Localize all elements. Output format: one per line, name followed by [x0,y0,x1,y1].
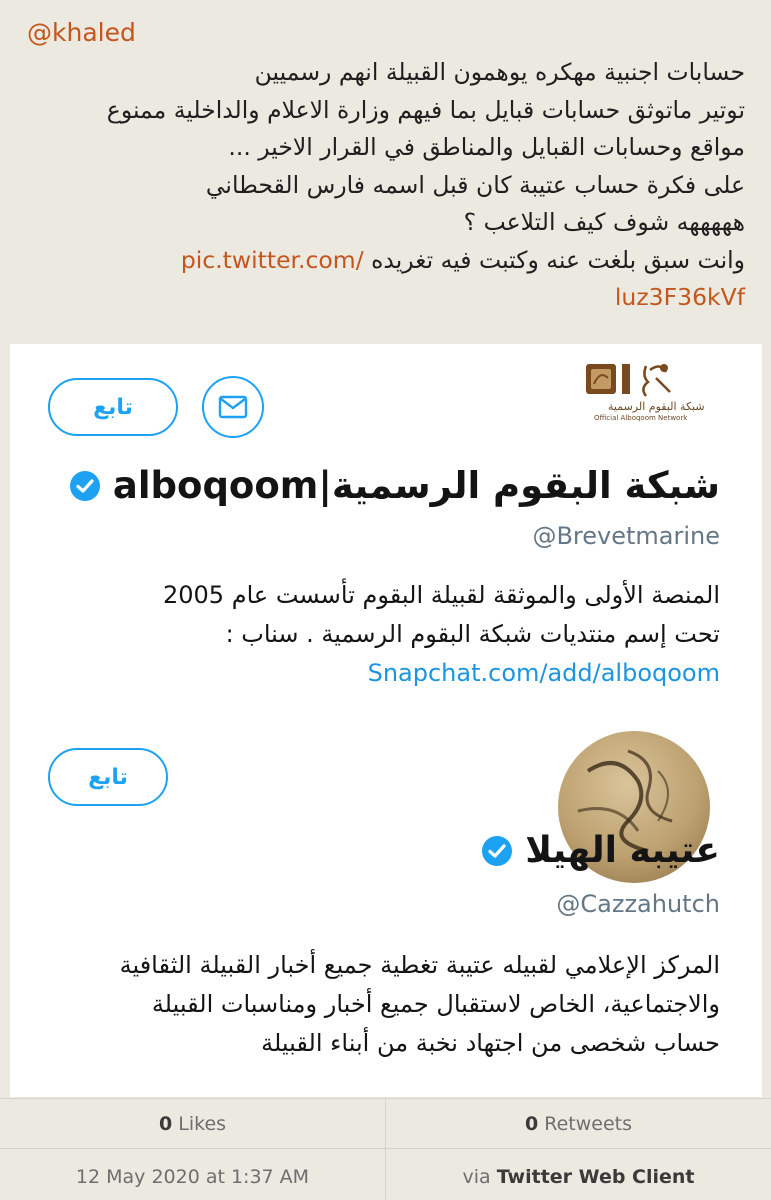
tweet-line: مواقع وحسابات القبايل والمناطق في القرار… [228,133,745,161]
tweet-line: توتير ماتوثق حسابات قبايل بما فيهم وزارة… [106,95,745,124]
message-button[interactable] [202,376,264,438]
timestamp: 12 May 2020 at 1:37 AM [75,1166,310,1188]
profile-bio: المنصة الأولى والموثقة لقبيلة البقوم تأس… [163,576,720,693]
retweets-label: Retweets [544,1113,633,1135]
tweet-line-text: وانت سبق بلغت عنه وكتبت فيه تغريده [371,245,745,274]
likes-stat[interactable]: 0 Likes [0,1113,385,1135]
tweet-line: حسابات اجنبية مهكره يوهمون القبيلة انهم … [254,58,745,86]
bio-line: والاجتماعية، الخاص لاستقبال جميع أخبار و… [151,990,720,1018]
logo-text-ar: شبكة البقوم الرسمية [608,400,705,413]
verified-badge-icon [69,470,100,501]
alboqoom-logo: شبكة البقوم الرسمية Official Alboqoom Ne… [566,360,706,426]
verified-badge-icon [482,835,513,866]
bio-line: حساب شخصى من اجتهاد نخبة من أبناء القبيل… [261,1029,720,1057]
tweet-page: @khaled حسابات اجنبية مهكره يوهمون القبي… [0,0,771,1200]
pic-link-continued[interactable]: luz3F36kVf [18,279,745,317]
via-label: via [462,1166,491,1188]
envelope-icon [218,395,248,419]
tweet-body: @khaled حسابات اجنبية مهكره يوهمون القبي… [0,0,771,340]
snapchat-link[interactable]: Snapchat.com/add/alboqoom [163,654,720,693]
retweets-count: 0 [524,1113,539,1135]
bio-line: المنصة الأولى والموثقة لقبيلة البقوم تأس… [163,581,720,609]
retweets-stat[interactable]: 0 Retweets [386,1113,771,1135]
profile-name[interactable]: عتيبه الهيلا [481,830,720,871]
likes-count: 0 [158,1113,173,1135]
likes-label: Likes [178,1113,227,1135]
display-name: عتيبه الهيلا [525,830,720,871]
bio-line: المركز الإعلامي لقبيله عتيبة تغطية جميع … [119,951,720,979]
username[interactable]: @Cazzahutch [556,890,720,918]
display-name: شبكة البقوم الرسمية|alboqoom [112,464,720,507]
profile-name[interactable]: شبكة البقوم الرسمية|alboqoom [69,464,720,507]
username[interactable]: @Brevetmarine [532,522,720,550]
source-client[interactable]: via Twitter Web Client [386,1166,771,1188]
tweet-text: حسابات اجنبية مهكره يوهمون القبيلة انهم … [18,54,745,317]
profile-bio: المركز الإعلامي لقبيله عتيبة تغطية جميع … [120,946,720,1063]
embedded-screenshot[interactable]: تابع شبكة البقوم الرسمية Official Alboqo… [10,344,762,1097]
tweet-line: على فكرة حساب عتيبة كان قبل اسمه فارس ال… [205,170,745,199]
logo-text-en: Official Alboqoom Network [594,414,688,422]
tweet-line: هههههه شوف كيف التلاعب ؟ [463,208,745,236]
tweet-line: وانت سبق بلغت عنه وكتبت فيه تغريده pic.t… [18,242,745,280]
follow-button[interactable]: تابع [48,748,168,806]
pic-link[interactable]: pic.twitter.com/ [181,246,364,274]
follow-button[interactable]: تابع [48,378,178,436]
author-handle[interactable]: @khaled [27,18,136,47]
client-name: Twitter Web Client [496,1166,695,1188]
bio-line: تحت إسم منتديات شبكة البقوم الرسمية . سن… [225,620,720,648]
